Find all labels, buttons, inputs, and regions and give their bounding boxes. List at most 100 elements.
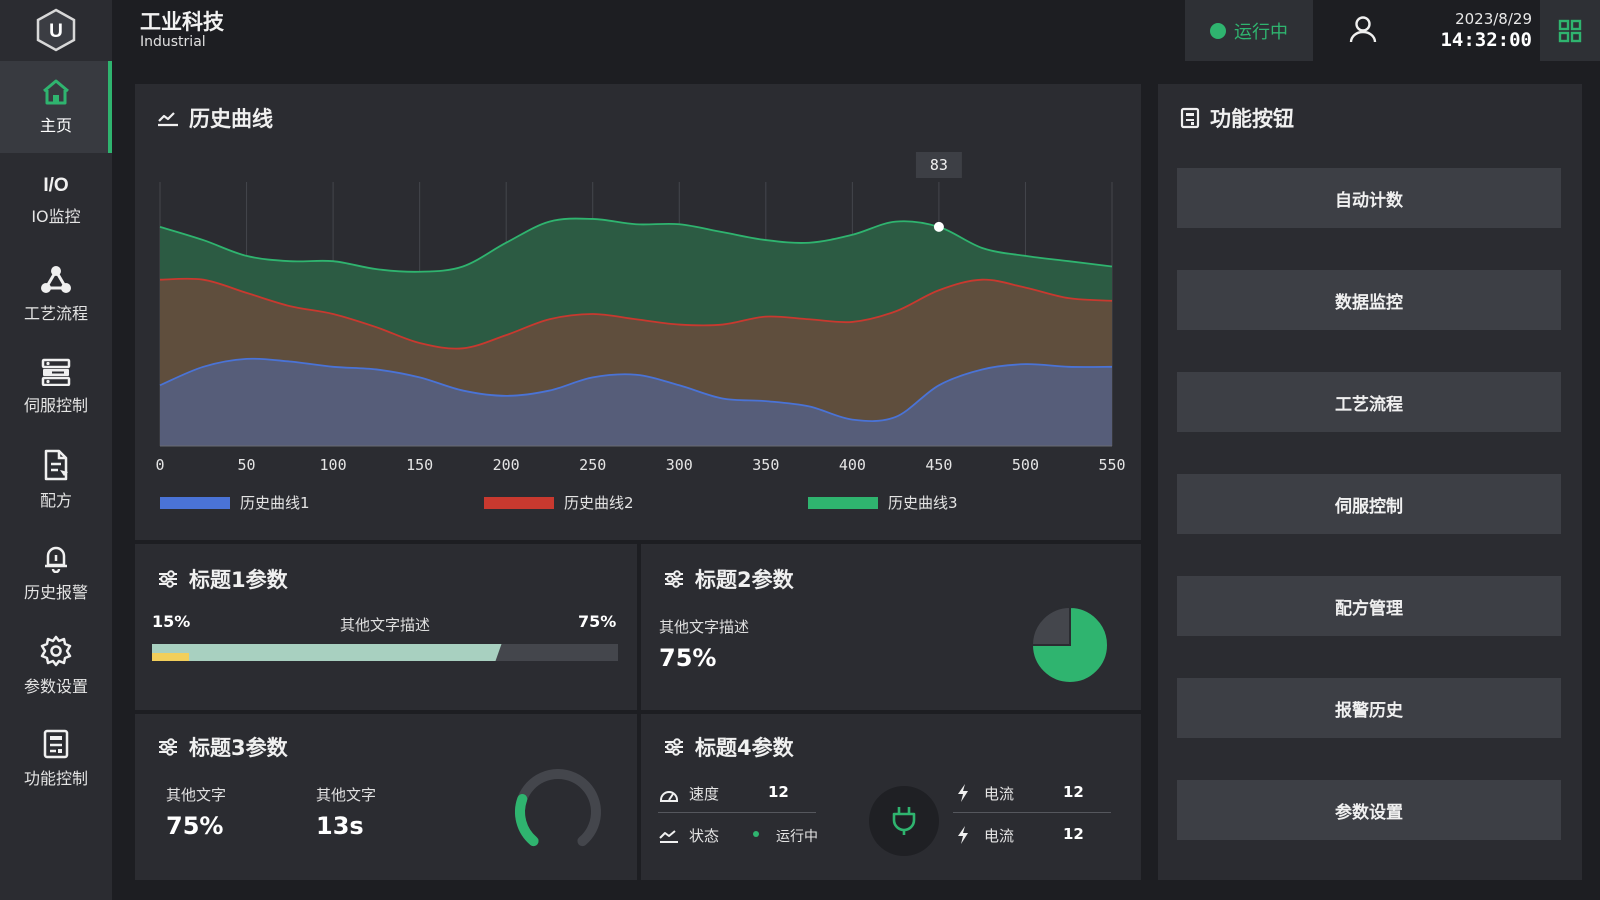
param1-progress-bar xyxy=(152,644,618,661)
recipe-management-button[interactable]: 配方管理 xyxy=(1177,576,1561,636)
sidebar-item-label: 功能控制 xyxy=(23,769,88,788)
function-panel-title: 功能按钮 xyxy=(1210,107,1294,131)
x-tick-label: 400 xyxy=(839,456,866,474)
divider xyxy=(658,812,816,813)
sidebar-item-io-monitor[interactable]: I/O IO监控 xyxy=(0,155,112,247)
speed-label: 速度 xyxy=(689,785,720,803)
param3-value1: 75% xyxy=(166,812,224,840)
lightning-icon xyxy=(958,784,968,802)
user-button[interactable] xyxy=(1348,14,1378,44)
param2-pie-chart xyxy=(1030,605,1109,684)
current1-value: 12 xyxy=(1063,783,1084,801)
run-status-badge: 运行中 xyxy=(1185,0,1313,61)
x-tick-label: 150 xyxy=(406,456,433,474)
app-title: 工业科技 Industrial xyxy=(140,10,224,50)
time-text: 14:32:00 xyxy=(1440,29,1532,51)
current1-label: 电流 xyxy=(984,785,1015,803)
x-tick-label: 0 xyxy=(155,456,164,474)
param3-label1: 其他文字 xyxy=(166,786,227,804)
logo: U xyxy=(0,0,112,60)
status-text: 运行中 xyxy=(1234,21,1288,43)
sliders-icon xyxy=(665,738,683,756)
process-flow-icon xyxy=(41,266,71,293)
param2-description: 其他文字描述 xyxy=(659,618,750,636)
param1-left-percent: 15% xyxy=(152,612,191,631)
x-tick-label: 450 xyxy=(925,456,952,474)
sidebar-item-servo-control[interactable]: 伺服控制 xyxy=(0,341,112,433)
grid-icon xyxy=(1558,19,1582,42)
app-grid-button[interactable] xyxy=(1540,0,1600,61)
sidebar-item-label: 参数设置 xyxy=(23,677,88,696)
param1-title: 标题1参数 xyxy=(189,568,288,592)
alarm-history-button[interactable]: 报警历史 xyxy=(1177,678,1561,738)
sidebar-item-home[interactable]: 主页 xyxy=(0,61,112,153)
param1-description: 其他文字描述 xyxy=(340,616,431,634)
param4-header: 标题4参数 xyxy=(663,732,794,762)
function-control-icon xyxy=(43,729,69,759)
x-tick-label: 200 xyxy=(493,456,520,474)
parameter-settings-button[interactable]: 参数设置 xyxy=(1177,780,1561,840)
sidebar-item-label: 主页 xyxy=(39,116,72,135)
sidebar-item-alarm-history[interactable]: 历史报警 xyxy=(0,527,112,619)
legend-item-series1[interactable]: 历史曲线1 xyxy=(160,492,310,513)
x-tick-label: 550 xyxy=(1098,456,1125,474)
hexagon-logo-icon: U xyxy=(36,8,76,52)
state-value: 运行中 xyxy=(776,829,818,845)
plug-icon xyxy=(892,807,916,835)
param1-right-percent: 75% xyxy=(578,612,617,631)
param1-progress-fill xyxy=(152,644,502,661)
x-tick-label: 300 xyxy=(666,456,693,474)
sidebar-item-label: 配方 xyxy=(39,491,72,510)
status-dot-icon xyxy=(1210,22,1226,39)
legend-swatch xyxy=(484,496,554,509)
sidebar-item-function-control[interactable]: 功能控制 xyxy=(0,713,112,805)
param3-label2: 其他文字 xyxy=(316,786,377,804)
history-panel-header: 历史曲线 xyxy=(157,103,273,133)
sliders-icon xyxy=(665,570,683,588)
param3-gauge xyxy=(515,769,601,847)
current2-value: 12 xyxy=(1063,825,1084,843)
function-control-icon xyxy=(1180,107,1200,129)
speedometer-icon xyxy=(660,791,678,802)
sidebar-item-recipe[interactable]: 配方 xyxy=(0,434,112,526)
lightning-icon xyxy=(958,826,968,844)
bell-icon xyxy=(45,546,67,573)
param1-progress-marker xyxy=(152,653,190,661)
legend-label: 历史曲线3 xyxy=(888,494,958,512)
legend-label: 历史曲线2 xyxy=(564,494,634,512)
app-title-text: 工业科技 xyxy=(140,10,224,34)
history-panel-title: 历史曲线 xyxy=(189,107,273,131)
param2-header: 标题2参数 xyxy=(663,564,794,594)
power-plug-badge xyxy=(869,786,939,856)
data-monitor-button[interactable]: 数据监控 xyxy=(1177,270,1561,330)
auto-count-button[interactable]: 自动计数 xyxy=(1177,168,1561,228)
line-chart-icon xyxy=(158,112,178,127)
history-chart: 0 50 100 150 200 250 300 350 400 450 500 550 83 xyxy=(155,152,1126,474)
sidebar-item-label: 工艺流程 xyxy=(23,304,88,323)
tooltip-point[interactable] xyxy=(933,221,944,232)
x-tick-label: 350 xyxy=(752,456,779,474)
line-chart-icon xyxy=(659,830,678,843)
date-text: 2023/8/29 xyxy=(1455,10,1532,28)
current2-label: 电流 xyxy=(984,827,1015,845)
legend-item-series2[interactable]: 历史曲线2 xyxy=(484,492,634,513)
param2-value: 75% xyxy=(659,644,717,672)
home-icon xyxy=(43,79,69,105)
recipe-icon xyxy=(44,449,68,481)
legend-item-series3[interactable]: 历史曲线3 xyxy=(808,492,958,513)
servo-control-button[interactable]: 伺服控制 xyxy=(1177,474,1561,534)
x-tick-label: 500 xyxy=(1012,456,1039,474)
sidebar-item-process-flow[interactable]: 工艺流程 xyxy=(0,248,112,340)
svg-text:U: U xyxy=(49,21,63,42)
param4-title: 标题4参数 xyxy=(695,736,794,760)
servo-icon xyxy=(41,358,71,386)
param3-value2: 13s xyxy=(316,812,364,840)
sidebar-item-settings[interactable]: 参数设置 xyxy=(0,620,112,712)
legend-swatch xyxy=(808,496,878,509)
param3-title: 标题3参数 xyxy=(189,736,288,760)
sidebar-item-label: IO监控 xyxy=(31,207,81,226)
app-subtitle-text: Industrial xyxy=(140,34,206,50)
param3-header: 标题3参数 xyxy=(157,732,288,762)
legend-label: 历史曲线1 xyxy=(240,494,310,512)
process-flow-button[interactable]: 工艺流程 xyxy=(1177,372,1561,432)
